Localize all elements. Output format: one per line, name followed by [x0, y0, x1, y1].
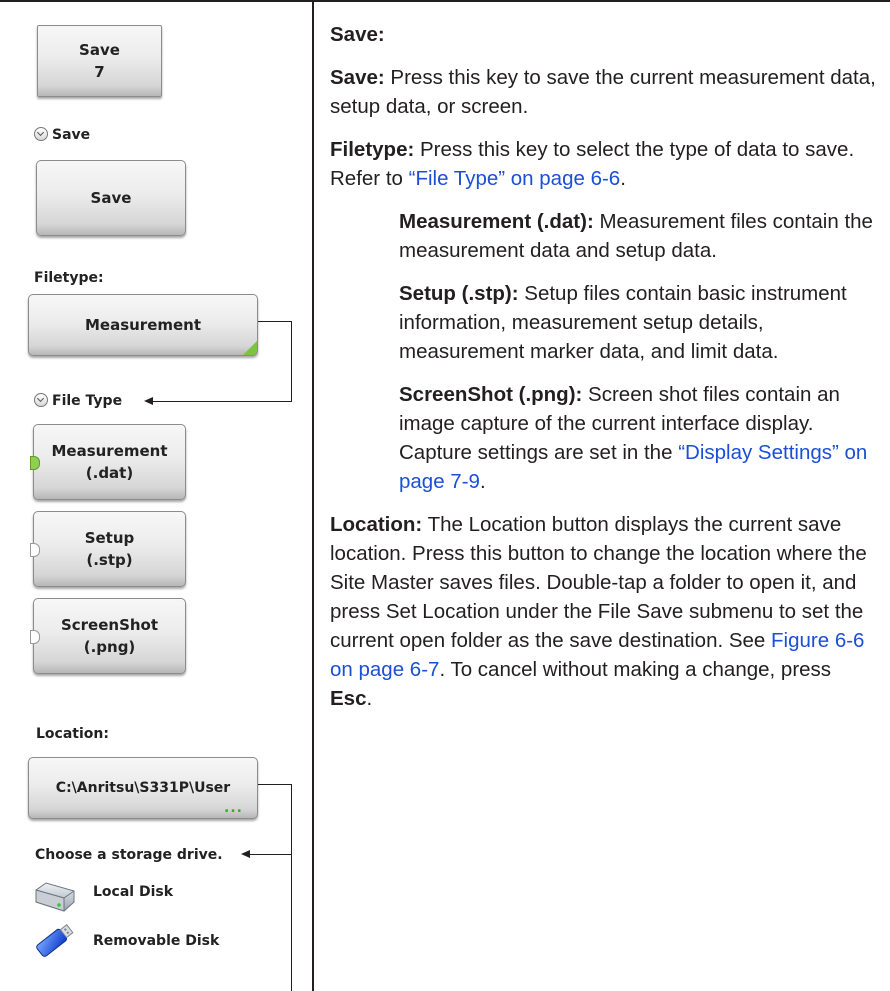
- measurement-dat-button[interactable]: Measurement (.dat): [30, 424, 186, 500]
- connector-line: [291, 321, 292, 402]
- save-term: Save:: [330, 66, 385, 89]
- connector-line: [258, 321, 292, 322]
- arrow-left-icon: [144, 397, 153, 405]
- removable-disk-icon[interactable]: [31, 918, 77, 969]
- more-dots-icon: ...: [224, 800, 243, 816]
- filetype-menu-title[interactable]: File Type: [34, 392, 122, 410]
- esc-key: Esc: [330, 687, 367, 710]
- file-type-link[interactable]: “File Type” on page 6-6: [409, 167, 621, 190]
- location-text-2: . To cancel without making a change, pre…: [439, 658, 832, 681]
- description-panel: Save: Save: Press this key to save the c…: [330, 20, 878, 727]
- choose-drive-label: Choose a storage drive.: [35, 847, 223, 863]
- submenu-corner-icon: [243, 341, 257, 355]
- local-disk-icon[interactable]: [33, 880, 77, 919]
- option-label: ScreenShot: [60, 616, 159, 634]
- save-button[interactable]: Save: [36, 160, 186, 236]
- removable-disk-label[interactable]: Removable Disk: [93, 932, 219, 950]
- measurement-term: Measurement (.dat):: [399, 210, 594, 233]
- save-menu-title[interactable]: Save: [34, 126, 90, 144]
- measurement-description: Measurement (.dat): Measurement files co…: [399, 207, 878, 265]
- location-path: C:\Anritsu\S331P\User: [55, 780, 231, 796]
- section-heading-text: Save:: [330, 23, 385, 46]
- screenshot-tail: .: [479, 470, 486, 493]
- connector-line: [152, 401, 292, 402]
- filetype-button-label: Measurement: [84, 316, 202, 334]
- location-button[interactable]: C:\Anritsu\S331P\User ...: [28, 757, 258, 819]
- option-extension: (.png): [83, 638, 136, 656]
- save-menu-label: Save: [52, 127, 91, 143]
- filetype-label: Filetype:: [34, 270, 104, 286]
- filetype-menu-label: File Type: [52, 393, 123, 409]
- connector-line: [249, 854, 292, 855]
- column-divider: [312, 0, 314, 991]
- location-description: Location: The Location button displays t…: [330, 510, 878, 713]
- save-7-number: 7: [94, 63, 105, 81]
- option-label: Measurement: [51, 442, 168, 460]
- location-term: Location:: [330, 513, 423, 536]
- screenshot-png-button[interactable]: ScreenShot (.png): [30, 598, 186, 674]
- setup-description: Setup (.stp): Setup files contain basic …: [399, 279, 878, 366]
- location-label: Location:: [36, 726, 109, 742]
- arrow-left-icon: [241, 850, 250, 858]
- filetype-tail: .: [620, 167, 626, 190]
- save-7-label: Save: [79, 41, 120, 59]
- save-button-label: Save: [90, 189, 132, 207]
- connector-line: [291, 784, 292, 991]
- screenshot-term: ScreenShot (.png):: [399, 383, 583, 406]
- location-tail: .: [366, 687, 373, 710]
- save-description: Save: Press this key to save the current…: [330, 63, 878, 121]
- option-label: Setup: [84, 529, 135, 547]
- save-7-button[interactable]: Save 7: [37, 25, 162, 97]
- screenshot-description: ScreenShot (.png): Screen shot files con…: [399, 380, 878, 496]
- option-extension: (.stp): [86, 551, 133, 569]
- top-rule: [0, 0, 890, 2]
- local-disk-label[interactable]: Local Disk: [93, 883, 173, 901]
- setup-term: Setup (.stp):: [399, 282, 519, 305]
- chevron-down-icon: [34, 393, 48, 407]
- option-extension: (.dat): [85, 464, 134, 482]
- setup-stp-button[interactable]: Setup (.stp): [30, 511, 186, 587]
- selected-indicator: [30, 456, 40, 470]
- connector-line: [258, 784, 292, 785]
- save-text: Press this key to save the current measu…: [330, 66, 876, 118]
- section-heading: Save:: [330, 20, 878, 49]
- chevron-down-icon: [34, 127, 48, 141]
- filetype-term: Filetype:: [330, 138, 415, 161]
- unselected-indicator: [30, 543, 40, 557]
- filetype-button[interactable]: Measurement: [28, 294, 258, 356]
- unselected-indicator: [30, 630, 40, 644]
- filetype-description: Filetype: Press this key to select the t…: [330, 135, 878, 193]
